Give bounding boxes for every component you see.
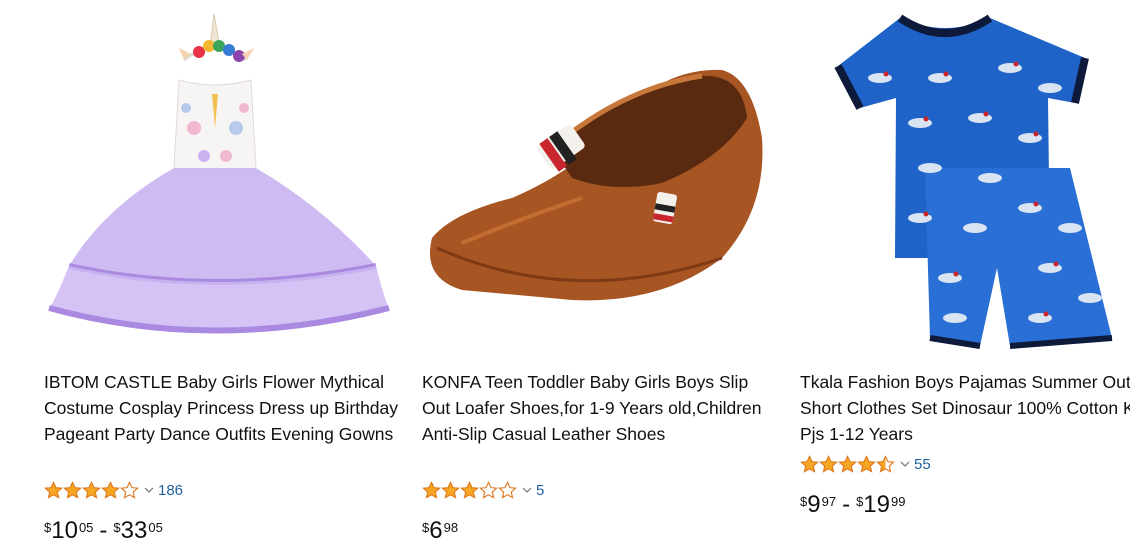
star-full-icon [819, 454, 838, 473]
brown-loafer-shoe-image[interactable] [422, 8, 772, 354]
shark-pajama-set-image[interactable] [800, 8, 1130, 354]
star-full-icon [63, 480, 82, 499]
price-fraction: 05 [78, 520, 94, 535]
price-fraction: 99 [891, 494, 906, 509]
star-rating[interactable] [44, 480, 139, 500]
star-empty-icon [479, 480, 498, 499]
rating-row: 186 [44, 480, 183, 500]
star-empty-icon [120, 480, 139, 499]
price-whole: 9 [807, 491, 821, 518]
star-empty-icon [498, 480, 517, 499]
currency-symbol: $ [856, 494, 864, 509]
price-fraction: 97 [821, 494, 837, 509]
chevron-down-icon[interactable] [522, 486, 532, 494]
star-rating[interactable] [800, 454, 895, 474]
rating-row: 5 [422, 480, 544, 500]
star-half-icon [876, 454, 895, 473]
currency-symbol: $ [422, 520, 430, 535]
star-full-icon [101, 480, 120, 499]
star-full-icon [422, 480, 441, 499]
star-full-icon [800, 454, 819, 473]
chevron-down-icon[interactable] [144, 486, 154, 494]
star-full-icon [838, 454, 857, 473]
star-full-icon [441, 480, 460, 499]
currency-symbol: $ [800, 494, 808, 509]
star-full-icon [44, 480, 63, 499]
price-separator: - [99, 517, 108, 544]
currency-symbol: $ [44, 520, 52, 535]
price-whole: 19 [863, 491, 890, 518]
price-fraction: 98 [443, 520, 459, 535]
star-rating[interactable] [422, 480, 517, 500]
review-count-link[interactable]: 186 [158, 482, 183, 499]
price-separator: - [842, 491, 851, 518]
review-count-link[interactable]: 5 [536, 482, 544, 499]
product-title[interactable]: KONFA Teen Toddler Baby Girls Boys Slip … [422, 369, 780, 447]
product-title[interactable]: IBTOM CASTLE Baby Girls Flower Mythical … [44, 369, 402, 447]
star-full-icon [460, 480, 479, 499]
rating-row: 55 [800, 454, 931, 474]
price-whole: 10 [51, 517, 78, 544]
price-fraction: 05 [148, 520, 163, 535]
product-card[interactable]: IBTOM CASTLE Baby Girls Flower Mythical … [44, 0, 404, 547]
review-count-link[interactable]: 55 [914, 456, 931, 473]
star-full-icon [82, 480, 101, 499]
product-card[interactable]: Tkala Fashion Boys Pajamas Summer Outfit… [800, 0, 1130, 547]
currency-symbol: $ [113, 520, 121, 535]
product-title[interactable]: Tkala Fashion Boys Pajamas Summer Outfit… [800, 369, 1130, 447]
unicorn-tutu-dress-image[interactable] [44, 8, 394, 354]
star-full-icon [857, 454, 876, 473]
product-card[interactable]: KONFA Teen Toddler Baby Girls Boys Slip … [422, 0, 782, 547]
price: $ 6 98 [422, 518, 458, 544]
price-range: $ 10 05 - $ 33 05 [44, 518, 163, 544]
price-whole: 6 [429, 517, 443, 544]
chevron-down-icon[interactable] [900, 460, 910, 468]
price-range: $ 9 97 - $ 19 99 [800, 492, 905, 518]
price-whole: 33 [120, 517, 148, 544]
